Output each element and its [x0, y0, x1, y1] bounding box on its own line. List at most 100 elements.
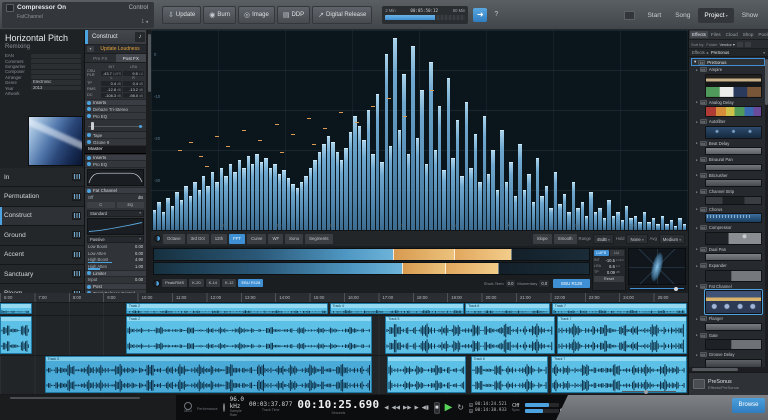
horizontal-scrollbar[interactable]	[10, 397, 140, 399]
song-item-sanctuary[interactable]: Sanctuary	[0, 264, 84, 285]
power-icon[interactable]	[87, 188, 91, 193]
insert-tape[interactable]: Tape	[85, 132, 146, 139]
unit-lufs[interactable]: LUFS	[594, 250, 609, 256]
channel-fader[interactable]	[85, 120, 146, 132]
range-select[interactable]: 45dB ▾	[592, 233, 614, 244]
browser-folder-presonus[interactable]: ▾ FX PreSonus	[691, 58, 765, 66]
scale-k-14[interactable]: K-14	[205, 279, 221, 287]
main-time-display[interactable]: 00:10:25.690 Seconds	[297, 399, 379, 415]
rewind-button[interactable]: ◀◀	[392, 405, 400, 411]
chevron-right-icon[interactable]: ▸	[696, 333, 698, 337]
browser-tab-shop[interactable]: Shop	[741, 31, 756, 38]
meta-value-ean[interactable]	[31, 53, 81, 58]
browser-item-expander[interactable]: ▸ FX Expander	[691, 262, 768, 270]
toolbar-button-burn[interactable]: ◉ Burn	[203, 5, 237, 24]
chevron-right-icon[interactable]: ▸	[696, 100, 698, 104]
power-icon[interactable]	[87, 107, 91, 111]
browser-item-channel-strip[interactable]: ▸ FX Channel Strip	[691, 188, 768, 196]
browser-item-compressor[interactable]: ▸ FX Compressor	[691, 224, 768, 232]
meta-value-year[interactable]: 2013	[31, 85, 81, 91]
fat-channel-gain-row[interactable]: Off dB	[85, 194, 146, 201]
chevron-right-icon[interactable]: ▸	[696, 317, 698, 321]
artwork-image[interactable]	[28, 116, 83, 166]
song-header[interactable]: Construct ♪	[85, 30, 146, 45]
browser-tab-effects[interactable]: Effects	[690, 31, 708, 38]
chevron-right-icon[interactable]: ▸	[696, 226, 698, 230]
sort-folder-option[interactable]: Folder	[706, 42, 717, 47]
thumbnail-ampire[interactable]	[705, 73, 762, 98]
browser-tab-files[interactable]: Files	[709, 31, 723, 38]
chevron-right-icon[interactable]: ▸	[696, 120, 698, 124]
chevron-right-icon[interactable]: ▸	[696, 264, 698, 268]
scale-peak-rms[interactable]: Peak/RMS	[162, 279, 188, 287]
power-meter-icon[interactable]	[153, 279, 160, 287]
audio-clip-track-5[interactable]: Track 5	[385, 316, 555, 354]
fc-button-eq[interactable]: EQ	[116, 201, 144, 208]
chevron-right-icon[interactable]: ▸	[696, 353, 698, 357]
browser-item-ampire[interactable]: ▸ FX Ampire	[691, 66, 768, 74]
browse-button[interactable]: Browse	[732, 398, 765, 413]
insert-pro-eq[interactable]: Pro EQ	[85, 161, 146, 168]
next-marker-button[interactable]: ▶	[414, 405, 418, 411]
mode-button-curve[interactable]: Curve	[246, 233, 267, 244]
help-icon[interactable]: ?	[491, 10, 501, 20]
insert-dehaze-tri-stereo[interactable]: Dehaze Tri-Stereo	[85, 106, 146, 113]
fader-handle[interactable]	[91, 122, 94, 130]
ebu-r128-mode-button[interactable]: EBU R128	[553, 278, 590, 288]
power-icon[interactable]	[87, 162, 91, 166]
power-icon[interactable]	[87, 100, 91, 105]
power-icon[interactable]	[87, 114, 91, 118]
toggle-slope[interactable]: Slope	[532, 233, 552, 244]
song-item-ground[interactable]: Ground	[0, 226, 84, 246]
scale-k-12[interactable]: K-12	[222, 279, 237, 287]
song-item-construct[interactable]: Construct	[0, 206, 84, 227]
mode-button-sono[interactable]: Sono	[285, 233, 304, 244]
fat-channel-header[interactable]: Fat Channel	[85, 187, 146, 194]
zoom-slider-handle[interactable]	[644, 389, 648, 394]
page-tab-project[interactable]: Project ▾	[698, 7, 734, 23]
collapse-icon[interactable]: ▾	[87, 46, 94, 52]
sort-vendor-select[interactable]: Vendor ▾	[719, 42, 734, 47]
song-item-accent[interactable]: Accent	[0, 245, 84, 265]
fc-eq-style-select[interactable]: Passive ▾	[87, 235, 144, 243]
mode-button-octave[interactable]: Octave	[163, 233, 185, 244]
meta-value-genre[interactable]: Electronic	[31, 80, 81, 85]
audio-clip-track-2[interactable]: Track 2	[125, 303, 329, 314]
thumbnail-channel-strip[interactable]	[705, 195, 762, 205]
chevron-right-icon[interactable]: ▸	[696, 247, 698, 251]
forward-button[interactable]: ▶▶	[403, 405, 411, 411]
play-button[interactable]: ▶	[445, 402, 453, 413]
reset-button[interactable]: Reset	[594, 276, 624, 282]
song-item-in[interactable]: In	[0, 168, 84, 188]
meta-value-composer[interactable]	[31, 69, 81, 75]
toolbar-button-image[interactable]: ◎ Image	[238, 5, 275, 24]
printer-icon[interactable]	[624, 10, 636, 20]
power-icon[interactable]	[87, 133, 91, 137]
audio-clip-track-4[interactable]: Track 4	[329, 303, 464, 314]
thumbnail-compressor[interactable]	[705, 231, 762, 245]
audio-clip[interactable]	[386, 356, 466, 393]
mode-button-wf[interactable]: WF	[268, 233, 284, 244]
loop-button[interactable]: ↻	[457, 403, 464, 412]
return-to-start-button[interactable]: ◀▮	[422, 405, 429, 411]
zoom-in-icon[interactable]: +	[681, 388, 684, 394]
chevron-right-icon[interactable]: ▸	[696, 284, 698, 288]
audio-clip[interactable]	[0, 303, 32, 314]
thumbnail-expander[interactable]	[705, 269, 762, 282]
toggle-smooth[interactable]: Smooth	[553, 233, 577, 244]
meta-value-arranger[interactable]	[31, 75, 81, 80]
browser-item-binaural-pan[interactable]: ▸ FX Binaural Pan	[691, 156, 768, 164]
thumbnail-gate[interactable]	[705, 339, 762, 350]
meter-icon[interactable]	[154, 235, 161, 242]
sync-toggle[interactable]: Off Sync	[512, 403, 520, 413]
scale-k-20[interactable]: K-20	[189, 279, 204, 287]
speaker-icon[interactable]: ♪	[135, 32, 145, 42]
browser-item-fat-channel[interactable]: ▸ FX Fat Channel	[691, 283, 768, 291]
mode-button-fft[interactable]: FFT	[229, 233, 245, 244]
loop-end-time[interactable]: 00:14:38.933	[475, 408, 507, 413]
update-loudness-row[interactable]: ▾ Update Loudness	[85, 45, 146, 54]
timeline-ruler[interactable]: 6:00 7:00 8:00 9:00 10:00 11:00 12:00 13:00 14:0…	[0, 293, 688, 303]
thumbnail-dual-pan[interactable]	[705, 253, 762, 261]
audio-clip-track-6[interactable]: Track 6	[470, 356, 548, 393]
song-item-bloom[interactable]: Bloom	[0, 284, 84, 293]
